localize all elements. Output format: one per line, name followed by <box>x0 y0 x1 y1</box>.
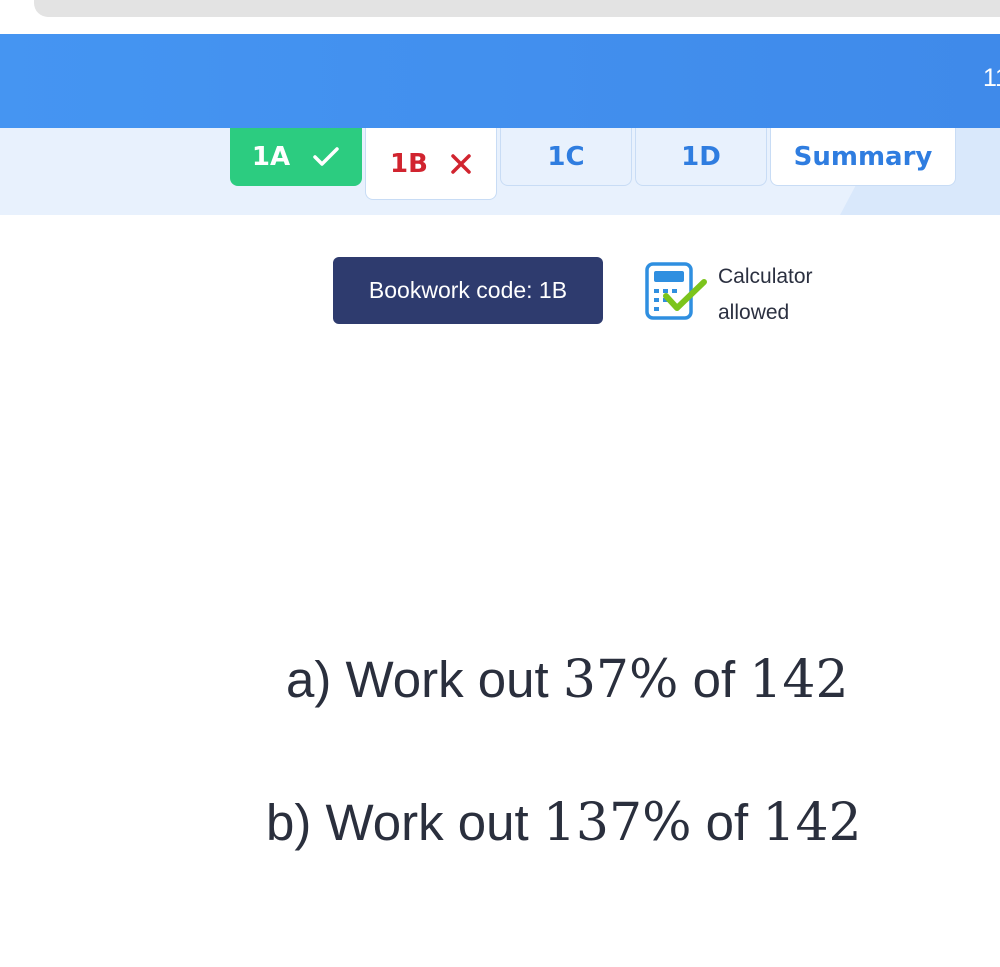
check-icon <box>312 146 340 168</box>
calculator-allowed-label: Calculator allowed <box>718 259 813 331</box>
tab-1d[interactable]: 1D <box>635 128 767 186</box>
question-b: b) Work out 137% of 142 <box>266 793 862 853</box>
tab-label: 1B <box>390 148 428 179</box>
tab-label: 1C <box>547 141 585 172</box>
cross-icon <box>450 153 472 175</box>
calculator-label-line1: Calculator <box>718 265 813 288</box>
calculator-label-line2: allowed <box>718 301 790 324</box>
question-b-of: of <box>691 794 763 851</box>
header-band <box>0 34 1000 128</box>
question-b-percent: 137% <box>542 793 692 853</box>
tab-label: 1D <box>681 141 721 172</box>
bookwork-code-label: Bookwork code: 1B <box>368 277 568 303</box>
question-b-prefix: b) Work out <box>266 794 543 851</box>
browser-top-strip <box>0 0 1000 34</box>
question-a: a) Work out 37% of 142 <box>286 650 849 710</box>
browser-address-bar <box>34 0 1000 17</box>
bookwork-code-badge: Bookwork code: 1B <box>333 257 603 324</box>
tab-1a[interactable]: 1A <box>230 128 362 186</box>
tab-label: Summary <box>793 141 933 172</box>
tab-summary[interactable]: Summary <box>770 128 956 186</box>
question-a-of: of <box>678 651 750 708</box>
question-b-number: 142 <box>762 793 862 853</box>
header-number: 11 <box>983 64 1000 92</box>
tab-1b[interactable]: 1B <box>365 128 497 200</box>
tab-1c[interactable]: 1C <box>500 128 632 186</box>
question-a-number: 142 <box>749 650 849 710</box>
question-a-prefix: a) Work out <box>286 651 563 708</box>
tab-label: 1A <box>251 142 291 172</box>
calculator-icon <box>644 262 708 322</box>
question-a-percent: 37% <box>562 650 679 710</box>
